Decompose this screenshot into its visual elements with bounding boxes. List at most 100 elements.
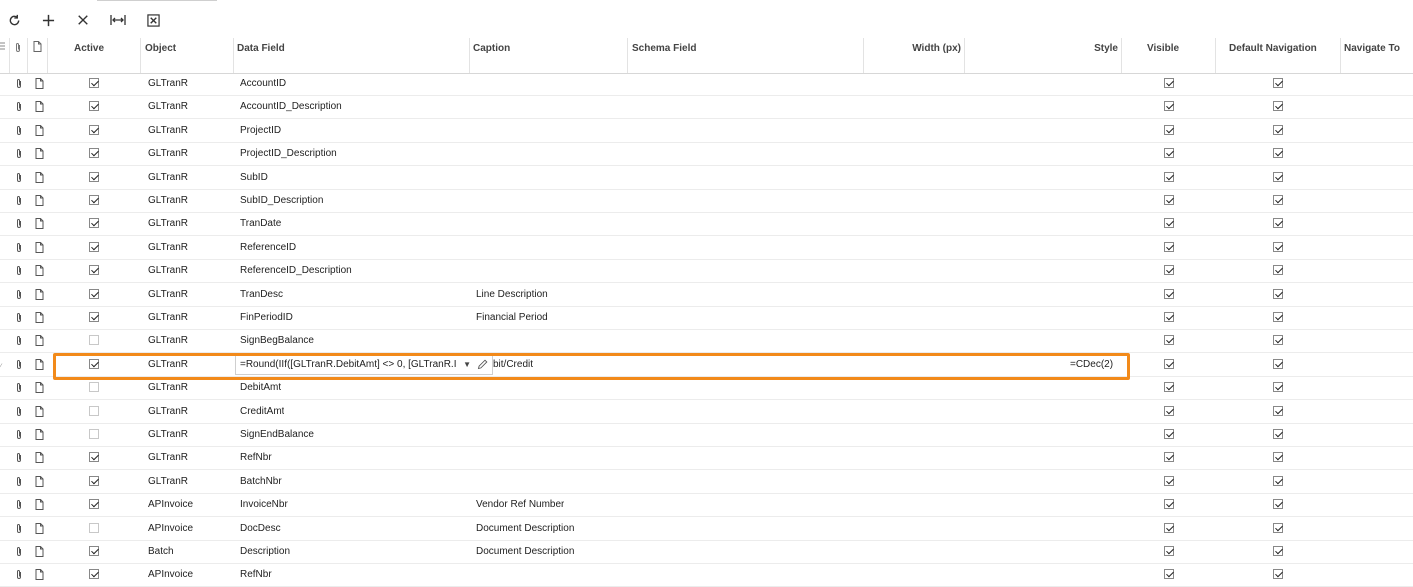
active-checkbox[interactable] [89,429,99,439]
table-row[interactable]: GLTranR SubID [0,167,1413,190]
header-object[interactable]: Object [141,38,234,73]
active-checkbox[interactable] [89,195,99,205]
header-schema-field[interactable]: Schema Field [628,38,864,73]
table-row[interactable]: GLTranR DebitAmt [0,377,1413,401]
header-data-field[interactable]: Data Field [234,38,470,73]
active-checkbox[interactable] [89,452,99,463]
note-icon[interactable] [35,148,44,162]
default-navigation-checkbox[interactable] [1273,569,1283,580]
visible-checkbox[interactable] [1164,335,1174,346]
visible-checkbox[interactable] [1164,288,1174,299]
visible-checkbox[interactable] [1164,265,1174,276]
note-icon[interactable] [35,124,44,139]
table-row[interactable]: GLTranR SubID_Description [0,190,1413,213]
visible-checkbox[interactable] [1164,499,1174,510]
note-icon[interactable] [35,522,44,537]
note-icon[interactable] [35,405,44,420]
active-checkbox[interactable] [89,288,99,299]
attachment-icon[interactable] [15,242,23,256]
attachment-icon[interactable] [15,406,23,420]
table-row[interactable]: GLTranR FinPeriodID Financial Period [0,307,1413,330]
active-checkbox[interactable] [89,312,99,322]
active-checkbox[interactable] [89,475,99,486]
default-navigation-checkbox[interactable] [1273,265,1283,276]
active-checkbox[interactable] [89,499,99,510]
table-row[interactable]: APInvoice InvoiceNbr Vendor Ref Number [0,494,1413,518]
default-navigation-checkbox[interactable] [1273,475,1283,486]
default-navigation-checkbox[interactable] [1273,218,1283,229]
table-row[interactable]: GLTranR TranDate [0,213,1413,237]
active-checkbox[interactable] [89,78,99,88]
attachment-icon[interactable] [15,569,23,583]
note-icon[interactable] [35,382,44,396]
visible-checkbox[interactable] [1164,382,1174,393]
note-icon[interactable] [35,475,44,490]
table-row[interactable]: ∕ GLTranR =Round(IIf([GLTranR.DebitAmt] <>… [0,354,1413,377]
attachment-icon[interactable] [15,125,23,139]
chevron-down-icon[interactable]: ▼ [463,356,471,374]
data-field-editor[interactable]: =Round(IIf([GLTranR.DebitAmt] <> 0, [GLT… [235,354,493,375]
attachment-icon[interactable] [15,452,23,466]
note-icon[interactable] [35,265,44,279]
export-excel-button[interactable] [142,10,164,30]
visible-checkbox[interactable] [1164,429,1174,439]
active-checkbox[interactable] [89,546,99,556]
table-row[interactable]: GLTranR AccountID_Description [0,96,1413,120]
attachment-icon[interactable] [15,78,23,92]
visible-checkbox[interactable] [1164,452,1174,463]
visible-checkbox[interactable] [1164,78,1174,88]
active-checkbox[interactable] [89,405,99,416]
visible-checkbox[interactable] [1164,405,1174,416]
attachment-icon[interactable] [15,148,23,162]
table-row[interactable]: GLTranR ReferenceID_Description [0,260,1413,284]
note-icon[interactable] [35,312,44,326]
default-navigation-checkbox[interactable] [1273,78,1283,88]
visible-checkbox[interactable] [1164,522,1174,533]
table-row[interactable]: GLTranR RefNbr [0,447,1413,471]
default-navigation-checkbox[interactable] [1273,382,1283,393]
visible-checkbox[interactable] [1164,546,1174,556]
default-navigation-checkbox[interactable] [1273,148,1283,159]
active-checkbox[interactable] [89,148,99,159]
visible-checkbox[interactable] [1164,124,1174,135]
active-checkbox[interactable] [89,124,99,135]
table-row[interactable]: APInvoice DocDesc Document Description [0,518,1413,541]
default-navigation-checkbox[interactable] [1273,195,1283,205]
visible-checkbox[interactable] [1164,195,1174,205]
default-navigation-checkbox[interactable] [1273,499,1283,510]
note-icon[interactable] [35,288,44,303]
attachment-icon[interactable] [15,382,23,396]
active-checkbox[interactable] [89,569,99,580]
active-checkbox[interactable] [89,101,99,112]
note-icon[interactable] [35,241,44,256]
note-icon[interactable] [35,101,44,115]
note-icon[interactable] [35,218,44,232]
default-navigation-checkbox[interactable] [1273,429,1283,439]
refresh-button[interactable] [3,10,25,30]
attachment-icon[interactable] [15,172,23,186]
note-icon[interactable] [35,499,44,513]
note-icon[interactable] [35,78,44,92]
fit-columns-button[interactable] [107,10,129,30]
table-row[interactable]: GLTranR TranDesc Line Description [0,284,1413,307]
note-icon[interactable] [35,452,44,466]
active-checkbox[interactable] [89,241,99,252]
header-width[interactable]: Width (px) [864,38,965,73]
default-navigation-checkbox[interactable] [1273,241,1283,252]
header-caption[interactable]: Caption [470,38,628,73]
note-icon[interactable] [35,195,44,209]
visible-checkbox[interactable] [1164,475,1174,486]
attachment-icon[interactable] [15,523,23,537]
header-visible[interactable]: Visible [1122,38,1216,73]
table-row[interactable]: GLTranR CreditAmt [0,401,1413,424]
default-navigation-checkbox[interactable] [1273,288,1283,299]
default-navigation-checkbox[interactable] [1273,405,1283,416]
delete-row-button[interactable] [72,10,94,30]
visible-checkbox[interactable] [1164,569,1174,580]
header-style[interactable]: Style [965,38,1122,73]
header-active[interactable]: Active [48,38,141,73]
visible-checkbox[interactable] [1164,312,1174,322]
visible-checkbox[interactable] [1164,358,1174,369]
note-icon[interactable] [35,335,44,349]
active-checkbox[interactable] [89,522,99,533]
